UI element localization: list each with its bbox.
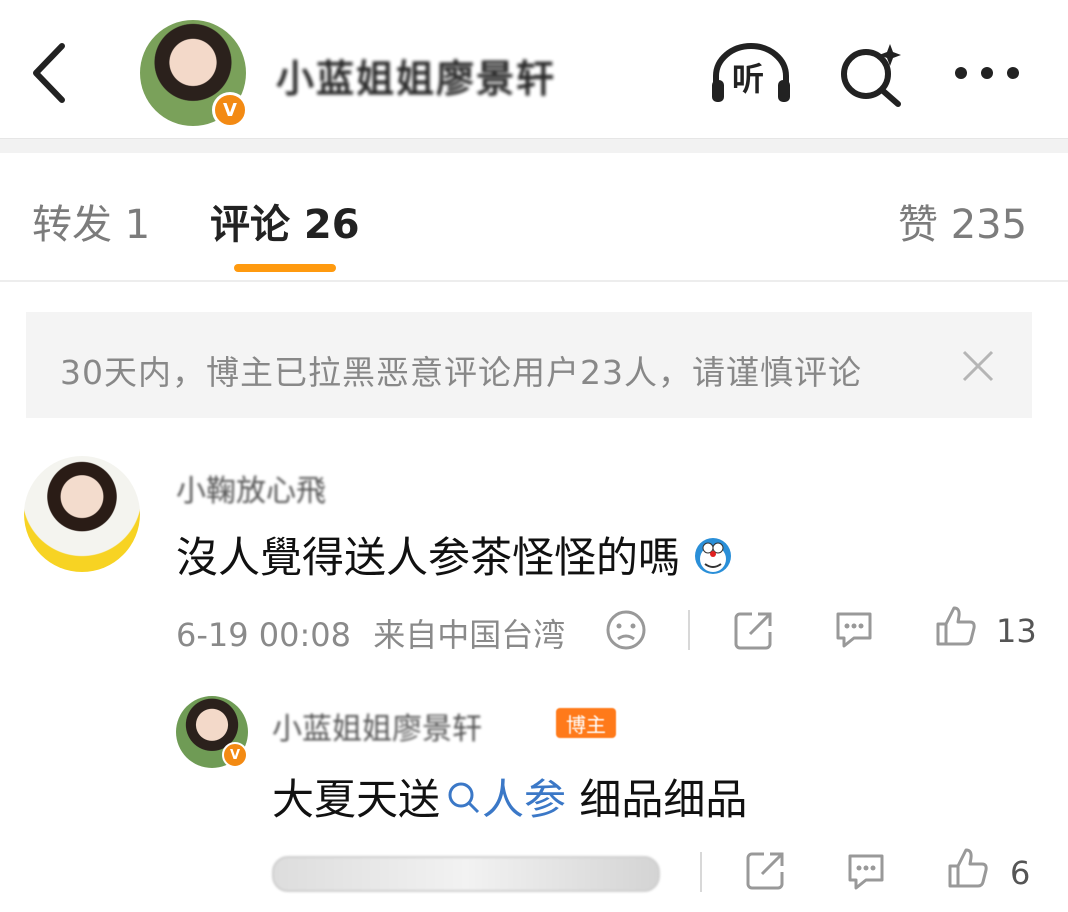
more-icon[interactable] — [952, 58, 1022, 88]
owner-badge: 博主 — [556, 708, 616, 738]
commenter-avatar[interactable] — [24, 456, 140, 572]
tab-comments[interactable]: 评论 26 — [210, 192, 360, 250]
action-separator — [700, 852, 702, 892]
notice-text: 30天内，博主已拉黑恶意评论用户23人，请谨慎评论 — [60, 353, 862, 392]
comment-meta: 6-19 00:08 来自中国台湾 — [176, 610, 565, 656]
comment-location: 来自中国台湾 — [373, 616, 566, 654]
search-link-icon — [448, 782, 480, 814]
top-bar: V 小蓝姐姐廖景轩 听 — [0, 0, 1068, 138]
listen-label: 听 — [732, 60, 765, 98]
comment-icon[interactable] — [832, 608, 876, 652]
header-divider — [0, 138, 1068, 153]
verified-badge: V — [222, 742, 248, 768]
headphones-icon[interactable]: 听 — [708, 40, 794, 106]
reaction-face-icon[interactable] — [604, 608, 648, 652]
action-separator — [688, 610, 690, 650]
search-icon[interactable] — [838, 42, 904, 108]
reply-avatar[interactable]: V — [176, 696, 248, 768]
commenter-username[interactable]: 小鞠放心飛 — [176, 466, 326, 510]
comment-text: 沒人覺得送人参茶怪怪的嗎 — [176, 524, 733, 585]
notice-banner: 30天内，博主已拉黑恶意评论用户23人，请谨慎评论 — [26, 312, 1032, 418]
tab-bar: 转发 1 评论 26 赞 235 — [0, 152, 1068, 282]
reply-text-before: 大夏天送 — [272, 775, 441, 824]
tab-reposts[interactable]: 转发 1 — [32, 192, 150, 250]
verified-badge: V — [212, 92, 248, 128]
profile-name[interactable]: 小蓝姐姐廖景轩 — [276, 48, 556, 103]
search-link[interactable]: 人参 — [482, 775, 566, 824]
like-icon[interactable] — [946, 846, 990, 890]
comment-body: 沒人覺得送人参茶怪怪的嗎 — [176, 533, 681, 582]
doraemon-emoji-icon — [695, 538, 732, 574]
tab-likes[interactable]: 赞 235 — [898, 192, 1027, 250]
comment-date: 6-19 00:08 — [176, 616, 352, 654]
share-icon[interactable] — [732, 608, 776, 652]
back-arrow-icon[interactable] — [28, 40, 72, 106]
reply-text: 大夏天送 人参 细品细品 — [272, 766, 747, 827]
comment-icon[interactable] — [844, 850, 888, 894]
profile-avatar[interactable]: V — [140, 20, 248, 128]
reply-text-after: 细品细品 — [566, 775, 748, 824]
share-icon[interactable] — [744, 848, 788, 892]
like-count: 13 — [996, 612, 1037, 650]
reply-like-count: 6 — [1010, 854, 1031, 892]
reply-username[interactable]: 小蓝姐姐廖景轩 — [272, 704, 482, 748]
active-tab-indicator — [234, 264, 336, 272]
blurred-meta — [272, 856, 660, 892]
like-icon[interactable] — [934, 604, 978, 648]
close-icon[interactable] — [961, 349, 995, 383]
